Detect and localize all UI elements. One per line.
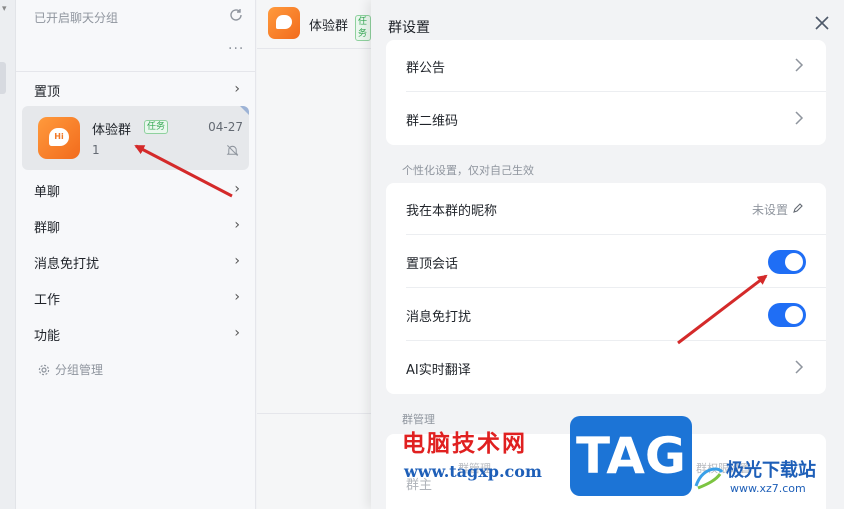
chevron-right-icon: › xyxy=(234,253,240,269)
chat-area: 体验群 任务 xyxy=(257,0,371,509)
row-label: AI实时翻译 xyxy=(406,363,471,378)
chat-name: 体验群 xyxy=(92,123,132,138)
mute-bell-icon xyxy=(226,145,239,156)
row-divider xyxy=(406,91,826,92)
row-divider xyxy=(406,340,826,341)
personal-settings-card: 我在本群的昵称 未设置 置顶会话 消息免打扰 AI实时翻译 xyxy=(386,183,826,394)
chat-groups-header: 已开启聊天分组 xyxy=(34,11,119,25)
group-label: 单聊 xyxy=(34,185,61,200)
row-nickname[interactable]: 我在本群的昵称 未设置 xyxy=(386,183,826,235)
chevron-right-icon xyxy=(795,58,804,72)
chat-header-avatar xyxy=(268,7,300,39)
row-pin-chat: 置顶会话 xyxy=(386,236,826,288)
top-settings-card: 群公告 群二维码 xyxy=(386,40,826,145)
manage-section-label: 群管理 xyxy=(402,413,435,426)
group-features[interactable]: 功能 › xyxy=(34,325,240,345)
pin-chat-toggle[interactable] xyxy=(768,250,806,274)
group-pinned[interactable]: 置顶 › xyxy=(34,81,240,101)
group-muted[interactable]: 消息免打扰 › xyxy=(34,253,240,273)
chat-bubble-icon xyxy=(276,15,292,29)
chevron-right-icon: › xyxy=(234,181,240,197)
gear-icon xyxy=(38,364,50,375)
row-label: 我在本群的昵称 xyxy=(406,204,498,219)
group-settings-drawer: 群设置 群公告 群二维码 个性化设置，仅对自己生效 我在本群的昵称 未设置 置顶… xyxy=(371,0,844,509)
composer-divider xyxy=(257,413,371,414)
task-tag-badge: 任务 xyxy=(355,15,371,41)
row-label: 置顶会话 xyxy=(406,257,459,272)
chat-header-title: 体验群 xyxy=(309,19,349,34)
row-divider xyxy=(406,287,826,288)
pinned-corner-mark xyxy=(240,106,249,115)
row-mute: 消息免打扰 xyxy=(386,289,826,341)
group-label: 工作 xyxy=(34,293,61,308)
chat-header-divider xyxy=(257,48,371,49)
drawer-title: 群设置 xyxy=(388,20,430,36)
chat-bubble-icon: Hi xyxy=(49,128,69,146)
group-groupchat[interactable]: 群聊 › xyxy=(34,217,240,237)
left-rail: ▾ xyxy=(0,0,16,509)
row-qr-code[interactable]: 群二维码 xyxy=(386,93,826,145)
chevron-right-icon xyxy=(795,111,804,125)
row-owner[interactable]: 群主 xyxy=(386,434,826,493)
group-label: 置顶 xyxy=(34,85,61,100)
toggle-knob xyxy=(785,306,803,324)
edit-pencil-icon[interactable] xyxy=(792,202,804,214)
close-icon[interactable] xyxy=(813,14,831,32)
group-label: 消息免打扰 xyxy=(34,257,100,272)
chevron-right-icon xyxy=(795,360,804,374)
nickname-value: 未设置 xyxy=(751,203,788,217)
row-ai-translate[interactable]: AI实时翻译 xyxy=(386,342,826,394)
rail-active-indicator xyxy=(0,62,6,94)
row-label: 消息免打扰 xyxy=(406,310,472,325)
group-label: 功能 xyxy=(34,329,61,344)
list-divider xyxy=(16,71,256,72)
chevron-right-icon: › xyxy=(234,289,240,305)
group-manage-button[interactable]: 分组管理 xyxy=(38,361,103,378)
group-avatar: Hi xyxy=(38,117,80,159)
row-announcement[interactable]: 群公告 xyxy=(386,40,826,92)
group-manage-label: 分组管理 xyxy=(55,363,104,377)
row-divider xyxy=(406,234,826,235)
chevron-right-icon: › xyxy=(234,325,240,341)
chevron-right-icon: › xyxy=(234,81,240,97)
task-tag-badge: 任务 xyxy=(144,120,169,134)
group-label: 群聊 xyxy=(34,221,61,236)
toggle-knob xyxy=(785,253,803,271)
more-options-button[interactable]: ··· xyxy=(228,41,244,57)
member-count: 1 xyxy=(92,143,100,157)
row-label: 群主 xyxy=(406,478,433,493)
manage-settings-card: 群主 xyxy=(386,434,826,509)
group-direct[interactable]: 单聊 › xyxy=(34,181,240,201)
chevron-right-icon: › xyxy=(234,217,240,233)
row-label: 群公告 xyxy=(406,61,446,76)
row-label: 群二维码 xyxy=(406,114,459,129)
pinned-chat-item[interactable]: Hi 体验群 任务 04-27 1 xyxy=(22,106,249,170)
collapse-caret-icon[interactable]: ▾ xyxy=(2,4,7,14)
mute-toggle[interactable] xyxy=(768,303,806,327)
refresh-icon[interactable] xyxy=(228,7,244,23)
personal-section-label: 个性化设置，仅对自己生效 xyxy=(402,164,534,177)
chat-time: 04-27 xyxy=(208,120,243,134)
group-work[interactable]: 工作 › xyxy=(34,289,240,309)
session-list-panel: 已开启聊天分组 ··· 置顶 › Hi 体验群 任务 04-27 1 单聊 › … xyxy=(16,0,256,509)
